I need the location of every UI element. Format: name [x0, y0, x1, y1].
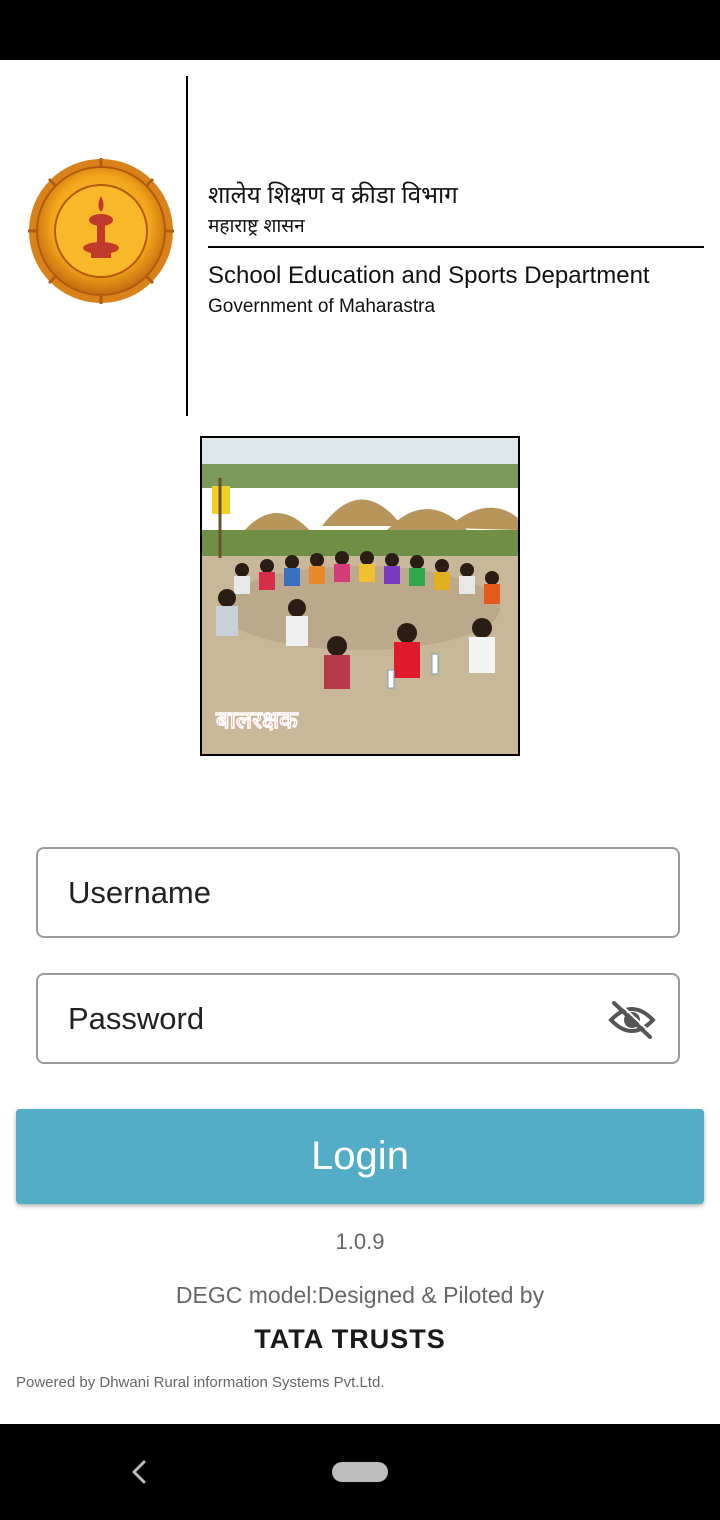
tata-trusts-logo: TATA TRUSTS: [254, 1324, 446, 1354]
banner-caption: बालरक्षक: [215, 706, 299, 734]
department-title-marathi: शालेय शिक्षण व क्रीडा विभाग: [208, 182, 458, 209]
password-input[interactable]: [68, 975, 608, 1062]
home-pill-button[interactable]: [332, 1462, 388, 1482]
password-field[interactable]: [36, 973, 680, 1064]
banner-photo: बालरक्षक: [200, 436, 520, 756]
navigation-bar: [0, 1424, 720, 1520]
credit-text: DEGC model:Designed & Piloted by: [175, 1282, 545, 1308]
username-input[interactable]: [68, 849, 608, 936]
eye-off-icon[interactable]: [608, 1000, 656, 1040]
government-subtitle-english: Government of Maharastra: [208, 296, 436, 317]
login-button[interactable]: Login: [16, 1109, 704, 1204]
status-bar: [0, 0, 720, 60]
username-field[interactable]: [36, 847, 680, 938]
back-icon[interactable]: [128, 1458, 150, 1486]
department-title-english: School Education and Sports Department: [208, 262, 650, 289]
header: शालेय शिक्षण व क्रीडा विभाग महाराष्ट्र श…: [0, 60, 720, 420]
header-horizontal-divider: [208, 246, 704, 248]
maharashtra-emblem-logo: [28, 158, 174, 304]
government-subtitle-marathi: महाराष्ट्र शासन: [208, 216, 305, 237]
powered-by-text: Powered by Dhwani Rural information Syst…: [16, 1374, 385, 1391]
app-version: 1.0.9: [335, 1229, 385, 1254]
header-vertical-divider: [186, 76, 188, 416]
